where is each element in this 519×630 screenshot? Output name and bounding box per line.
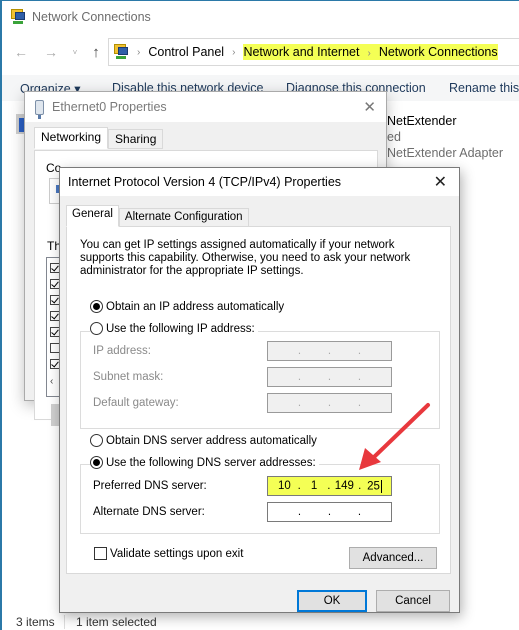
- alternate-dns-label: Alternate DNS server:: [93, 506, 205, 518]
- default-gateway-input: ...: [267, 393, 392, 413]
- ip-address-input: ...: [267, 341, 392, 361]
- radio-button[interactable]: [90, 300, 103, 313]
- tab-alternate-configuration[interactable]: Alternate Configuration: [118, 208, 249, 227]
- use-following-dns-label: Use the following DNS server addresses:: [106, 456, 316, 469]
- advanced-button[interactable]: Advanced...: [349, 547, 437, 569]
- tab-strip: General Alternate Configuration: [66, 205, 249, 227]
- ipv4-properties-dialog: Internet Protocol Version 4 (TCP/IPv4) P…: [59, 167, 460, 613]
- preferred-dns-label: Preferred DNS server:: [93, 480, 207, 492]
- navigation-bar: ← → ˅ ↑ › Control Panel › Network and In…: [2, 37, 519, 67]
- status-bar: 3 items 1 item selected: [2, 613, 519, 630]
- obtain-dns-automatically-label: Obtain DNS server address automatically: [106, 434, 317, 447]
- subnet-mask-label: Subnet mask:: [93, 371, 164, 383]
- back-arrow-icon[interactable]: ←: [12, 41, 30, 63]
- radio-button[interactable]: [90, 322, 103, 335]
- validate-settings-checkbox[interactable]: Validate settings upon exit: [94, 547, 243, 560]
- scroll-left-icon[interactable]: ‹: [50, 376, 53, 387]
- obtain-ip-automatically-radio[interactable]: Obtain an IP address automatically: [90, 300, 288, 313]
- rename-connection-button[interactable]: Rename this c: [449, 81, 519, 95]
- tab-sharing[interactable]: Sharing: [108, 129, 164, 149]
- use-following-ip-label: Use the following IP address:: [106, 322, 255, 335]
- tab-networking[interactable]: Networking: [34, 127, 109, 149]
- close-icon[interactable]: ✕: [363, 98, 376, 116]
- default-gateway-label: Default gateway:: [93, 397, 179, 409]
- breadcrumb-network-and-internet[interactable]: Network and Internet › Network Connections: [243, 44, 498, 60]
- network-connections-icon: [10, 9, 26, 25]
- address-bar[interactable]: › Control Panel › Network and Internet › N…: [108, 38, 519, 66]
- adapter-device: NetExtender Adapter: [387, 146, 504, 160]
- preferred-dns-input[interactable]: 10. 1. 149. 25: [267, 476, 392, 496]
- tab-strip: Networking Sharing: [34, 127, 164, 149]
- control-panel-icon: [113, 44, 129, 60]
- forward-arrow-icon[interactable]: →: [42, 41, 60, 63]
- validate-settings-label: Validate settings upon exit: [110, 547, 244, 560]
- adapter-name: NetExtender: [387, 114, 457, 128]
- alternate-dns-input[interactable]: ...: [267, 502, 392, 522]
- text-cursor: [380, 479, 382, 493]
- breadcrumb-separator-icon: ›: [232, 46, 236, 58]
- adapter-list-item[interactable]: NetExtender ed NetExtender Adapter: [387, 113, 503, 161]
- radio-button[interactable]: [90, 456, 103, 469]
- breadcrumb-separator-icon: ›: [137, 46, 141, 58]
- ok-button[interactable]: OK: [297, 590, 367, 612]
- intro-text: You can get IP settings assigned automat…: [80, 239, 411, 277]
- breadcrumb-network-connections[interactable]: Network Connections: [379, 45, 498, 59]
- status-divider: [64, 615, 65, 629]
- tab-general[interactable]: General: [66, 205, 119, 227]
- dialog-title: Internet Protocol Version 4 (TCP/IPv4) P…: [68, 175, 342, 189]
- window-title: Network Connections: [32, 10, 151, 24]
- cancel-button[interactable]: Cancel: [376, 590, 450, 612]
- obtain-ip-automatically-label: Obtain an IP address automatically: [106, 300, 285, 313]
- general-tab-panel: You can get IP settings assigned automat…: [66, 226, 451, 574]
- breadcrumb-control-panel[interactable]: Control Panel: [148, 45, 224, 59]
- up-arrow-icon[interactable]: ↑: [87, 41, 105, 63]
- use-following-ip-radio[interactable]: Use the following IP address:: [90, 322, 258, 335]
- checkbox[interactable]: [94, 547, 107, 560]
- dns-server-group: [80, 464, 440, 534]
- breadcrumb-separator-icon: ›: [367, 48, 371, 59]
- obtain-dns-automatically-radio[interactable]: Obtain DNS server address automatically: [90, 434, 320, 447]
- dialog-title-bar: Internet Protocol Version 4 (TCP/IPv4) P…: [60, 168, 459, 196]
- subnet-mask-input: ...: [267, 367, 392, 387]
- selected-count: 1 item selected: [76, 615, 157, 629]
- recent-locations-chevron-icon[interactable]: ˅: [66, 41, 84, 63]
- dialog-title: Ethernet0 Properties: [52, 100, 167, 114]
- radio-button[interactable]: [90, 434, 103, 447]
- window-title-bar: Network Connections: [10, 7, 151, 27]
- ip-address-label: IP address:: [93, 345, 151, 357]
- item-count: 3 items: [16, 615, 55, 629]
- close-icon[interactable]: ✕: [434, 172, 447, 192]
- dialog-title-bar: Ethernet0 Properties ✕: [25, 92, 386, 122]
- network-adapter-icon: [35, 99, 44, 119]
- use-following-dns-radio[interactable]: Use the following DNS server addresses:: [90, 456, 319, 469]
- adapter-status: ed: [387, 130, 401, 144]
